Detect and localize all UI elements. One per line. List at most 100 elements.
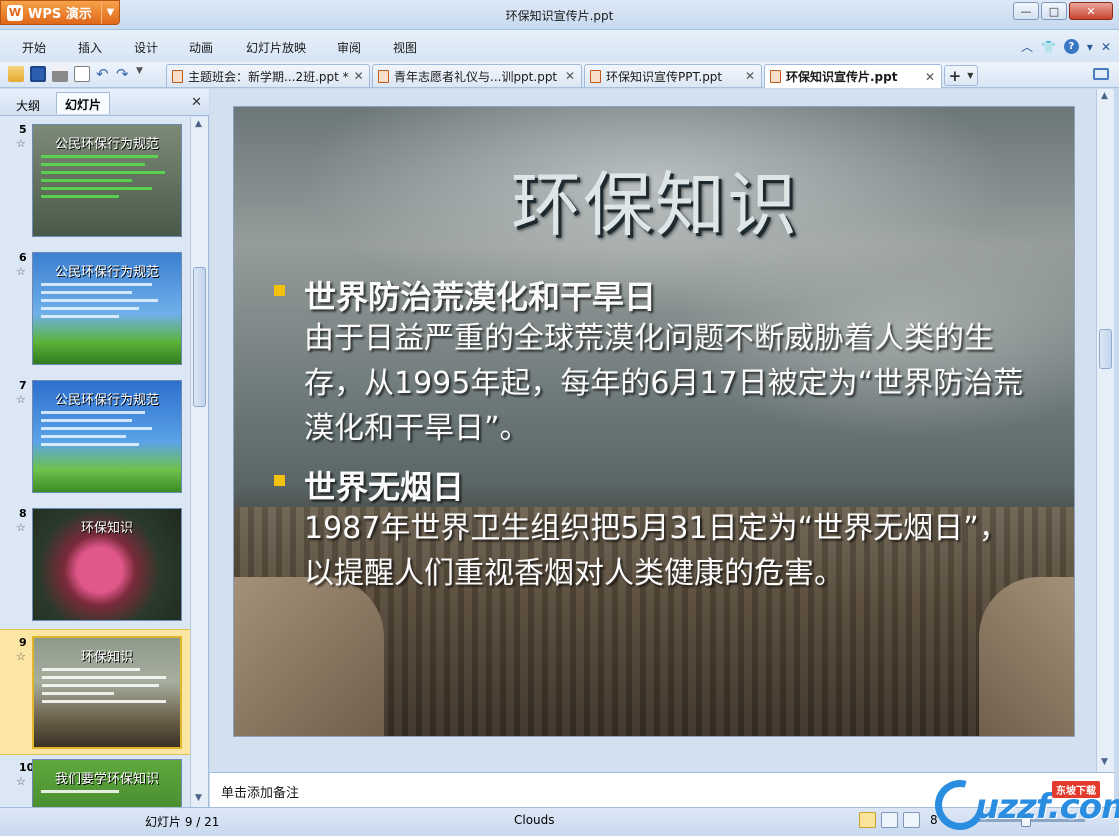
close-doc-icon[interactable]: ✕	[1101, 40, 1111, 54]
customize-toolbar-icon[interactable]: ▼	[136, 66, 146, 82]
doc-tab-2[interactable]: 青年志愿者礼仪与...训ppt.ppt ✕	[372, 64, 582, 87]
slide-editor: 环保知识 世界防治荒漠化和干旱日 由于日益严重的全球荒漠化问题不断威胁着人类的生…	[210, 89, 1096, 772]
slideshow-icon[interactable]	[903, 812, 920, 828]
thumbnail-scrollbar[interactable]: ▲ ▼	[190, 117, 208, 807]
window-title: 环保知识宣传片.ppt	[505, 9, 614, 23]
scroll-up-icon[interactable]: ▲	[195, 119, 202, 129]
doc-tab-1[interactable]: 主题班会：新学期...2班.ppt * ✕	[166, 64, 370, 87]
skin-icon[interactable]: 👕	[1041, 40, 1056, 54]
scroll-down-icon[interactable]: ▼	[1101, 757, 1108, 767]
menu-design[interactable]: 设计	[134, 39, 158, 56]
current-slide[interactable]: 环保知识 世界防治荒漠化和干旱日 由于日益严重的全球荒漠化问题不断威胁着人类的生…	[233, 106, 1075, 737]
minimize-button[interactable]: —	[1013, 2, 1039, 20]
close-icon[interactable]: ✕	[191, 95, 202, 110]
slide-preview: 环保知识	[32, 508, 182, 621]
doc-tab-4[interactable]: 环保知识宣传片.ppt ✕	[764, 64, 942, 88]
menu-animation[interactable]: 动画	[189, 39, 213, 56]
maximize-button[interactable]: □	[1041, 2, 1067, 20]
thumbnail-title: 公民环保行为规范	[54, 393, 159, 408]
window-layout-icon[interactable]	[1093, 68, 1109, 80]
scrollbar-thumb[interactable]	[193, 267, 206, 407]
ppt-file-icon	[378, 69, 389, 83]
slide-preview: 公民环保行为规范	[32, 124, 182, 237]
redo-icon[interactable]: ↷	[116, 66, 130, 82]
thumbnail-title: 公民环保行为规范	[54, 265, 159, 280]
slide-number: 8	[19, 507, 27, 520]
print-preview-icon[interactable]	[74, 66, 90, 82]
tab-outline[interactable]: 大纲	[8, 94, 48, 116]
scrollbar-thumb[interactable]	[1099, 329, 1112, 369]
bullet-square-icon	[274, 475, 285, 486]
menu-review[interactable]: 审阅	[337, 39, 361, 56]
close-icon[interactable]: ✕	[565, 69, 575, 83]
slide-title[interactable]: 环保知识	[234, 149, 1074, 250]
doc-tab-label: 环保知识宣传PPT.ppt	[606, 69, 723, 84]
theme-name: Clouds	[514, 813, 555, 827]
menu-insert[interactable]: 插入	[78, 39, 102, 56]
slide-number: 6	[19, 251, 27, 264]
menu-bar: 开始 插入 设计 动画 幻灯片放映 审阅 视图 ︿ 👕 ? ▾ ✕	[0, 30, 1119, 62]
bullet-body: 由于日益严重的全球荒漠化问题不断威胁着人类的生存，从1995年起，每年的6月17…	[304, 321, 1024, 446]
slide-thumbnail[interactable]: 10 ☆ 我们要学环保知识	[0, 755, 190, 807]
stone-ledge-right	[979, 577, 1074, 736]
undo-icon[interactable]: ↶	[96, 66, 110, 82]
collapse-ribbon-icon[interactable]: ︿	[1021, 38, 1033, 55]
watermark-badge: 东坡下载	[1052, 781, 1100, 798]
slide-thumbnail-selected[interactable]: 9 ☆ 环保知识	[0, 629, 190, 755]
normal-view-icon[interactable]	[859, 812, 876, 828]
thumbnail-title: 公民环保行为规范	[54, 137, 159, 152]
quick-toolbar: ↶ ↷ ▼ 主题班会：新学期...2班.ppt * ✕ 青年志愿者礼仪与...训…	[0, 62, 1119, 88]
slide-number: 5	[19, 123, 27, 136]
bullet-square-icon	[274, 285, 285, 296]
tab-slides[interactable]: 幻灯片	[56, 92, 111, 114]
scroll-up-icon[interactable]: ▲	[1101, 91, 1108, 101]
chevron-down-icon[interactable]: ▼	[967, 71, 973, 80]
slide-preview: 我们要学环保知识	[32, 759, 182, 807]
doc-tab-label: 主题班会：新学期...2班.ppt *	[188, 69, 349, 84]
slide-counter: 幻灯片 9 / 21	[145, 815, 220, 829]
bullet-heading: 世界无烟日	[304, 468, 465, 506]
menu-slideshow[interactable]: 幻灯片放映	[246, 39, 306, 56]
doc-tab-3[interactable]: 环保知识宣传PPT.ppt ✕	[584, 64, 762, 87]
doc-tab-label: 青年志愿者礼仪与...训ppt.ppt	[394, 69, 558, 84]
menu-home[interactable]: 开始	[22, 39, 46, 56]
new-tab-button[interactable]: + ▼	[944, 65, 978, 86]
close-icon[interactable]: ✕	[354, 69, 364, 83]
slide-thumbnail[interactable]: 7 ☆ 公民环保行为规范	[0, 373, 190, 501]
slide-number: 9	[19, 636, 27, 649]
thumbnail-title: 我们要学环保知识	[54, 772, 159, 787]
ppt-file-icon	[770, 70, 781, 83]
close-button[interactable]: ✕	[1069, 2, 1113, 20]
title-bar: W WPS 演示 ▼ 环保知识宣传片.ppt — □ ✕	[0, 0, 1119, 30]
star-icon: ☆	[16, 393, 26, 406]
slide-thumbnail[interactable]: 8 ☆ 环保知识	[0, 501, 190, 629]
editor-scrollbar[interactable]: ▲ ▼	[1096, 89, 1114, 772]
star-icon: ☆	[16, 521, 26, 534]
ppt-file-icon	[590, 69, 601, 83]
slide-thumbnail[interactable]: 6 ☆ 公民环保行为规范	[0, 245, 190, 373]
site-watermark: uzzf.com 东坡下载	[925, 770, 1119, 836]
close-icon[interactable]: ✕	[745, 69, 755, 83]
doc-tab-label: 环保知识宣传片.ppt	[786, 70, 898, 84]
slide-panel: 大纲 幻灯片 ✕ 5 ☆ 公民环保行为规范 6 ☆ 公民环保行为规范 7 ☆ 公…	[0, 89, 209, 807]
star-icon: ☆	[16, 775, 26, 788]
bullet-body: 1987年世界卫生组织把5月31日定为“世界无烟日”，以提醒人们重视香烟对人类健…	[304, 511, 1009, 591]
stone-ledge-left	[234, 577, 384, 736]
thumbnail-title: 环保知识	[80, 521, 133, 536]
slide-sorter-icon[interactable]	[881, 812, 898, 828]
chevron-down-icon[interactable]: ▾	[1087, 40, 1093, 54]
slide-preview: 公民环保行为规范	[32, 252, 182, 365]
help-icon[interactable]: ?	[1063, 39, 1079, 54]
slide-thumbnail[interactable]: 5 ☆ 公民环保行为规范	[0, 117, 190, 245]
scroll-down-icon[interactable]: ▼	[195, 793, 202, 803]
close-icon[interactable]: ✕	[925, 70, 935, 84]
bullet-heading: 世界防治荒漠化和干旱日	[304, 278, 657, 316]
print-icon[interactable]	[52, 66, 68, 82]
ppt-file-icon	[172, 69, 183, 83]
open-folder-icon[interactable]	[8, 66, 24, 82]
slide-preview: 公民环保行为规范	[32, 380, 182, 493]
notes-placeholder: 单击添加备注	[221, 786, 300, 801]
menu-view[interactable]: 视图	[393, 39, 417, 56]
thumbnail-title: 环保知识	[80, 650, 133, 665]
save-icon[interactable]	[30, 66, 46, 82]
